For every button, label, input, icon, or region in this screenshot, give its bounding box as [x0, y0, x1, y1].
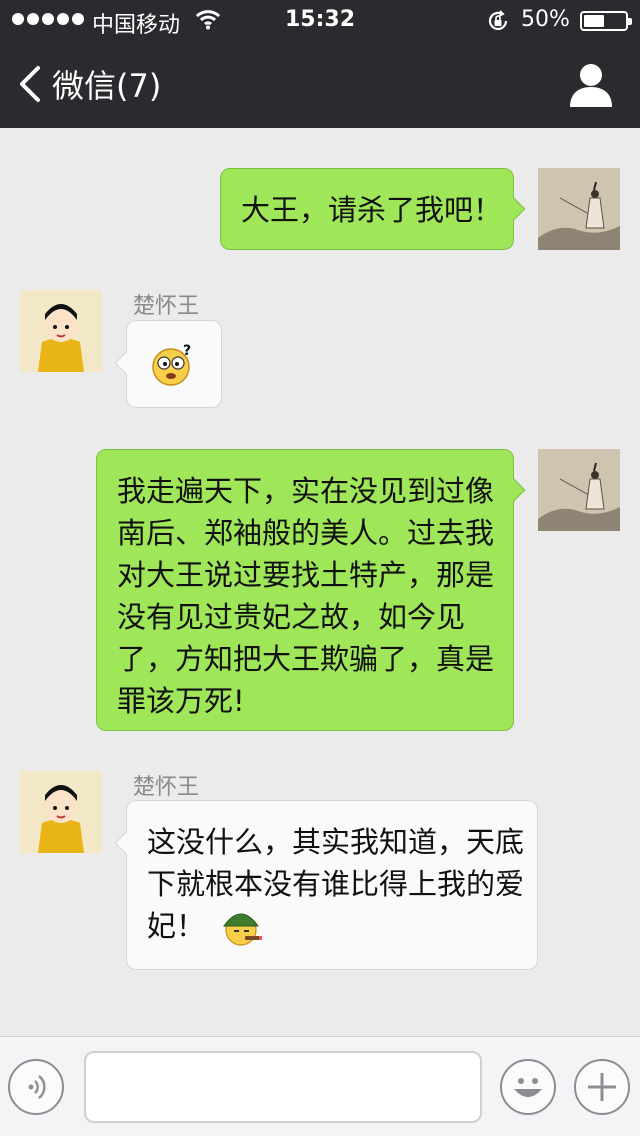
- message-line: 这没什么，其实我知道，天底: [147, 825, 525, 859]
- message-line: 了，方知把大王欺骗了，真是: [117, 642, 495, 676]
- sender-name: 楚怀王: [133, 294, 200, 319]
- voice-button[interactable]: [8, 1059, 64, 1115]
- svg-text:?: ?: [183, 343, 191, 359]
- chat-area[interactable]: 大王，请杀了我吧！ 楚怀王 ? 我走遍天下，实在没见到过像 南后、郑袖般的美人。…: [0, 128, 640, 1036]
- cartoon-king-avatar-icon: [20, 771, 102, 853]
- army-helmet-cigar-emoji-icon: [223, 913, 263, 946]
- contact-profile-icon[interactable]: [566, 60, 616, 108]
- smiley-icon: [514, 1078, 542, 1097]
- message-text: 这没什么，其实我知道，天底 下就根本没有谁比得上我的爱 妃！: [147, 821, 524, 947]
- my-message-bubble[interactable]: 大王，请杀了我吧！: [220, 168, 526, 250]
- my-avatar[interactable]: [538, 449, 620, 531]
- ink-painting-avatar-icon: [538, 168, 620, 250]
- voice-icon: [28, 1075, 46, 1099]
- rotation-lock-icon: [488, 10, 508, 30]
- message-line: 下就根本没有谁比得上我的爱: [147, 867, 525, 901]
- confused-face-emoji-icon: ?: [152, 343, 191, 386]
- message-line: 对大王说过要找土特产，那是: [117, 558, 495, 592]
- message-line: 妃！: [147, 909, 206, 943]
- message-text: 大王，请杀了我吧！: [241, 193, 503, 227]
- input-bar: [0, 1036, 640, 1136]
- message-line: 南后、郑袖般的美人。过去我: [117, 516, 495, 550]
- message-input[interactable]: [84, 1051, 482, 1123]
- back-label: 微信(7): [52, 67, 162, 105]
- battery-fill: [584, 15, 604, 27]
- their-message-bubble[interactable]: ?: [114, 320, 222, 408]
- battery-icon: [580, 11, 632, 31]
- message-line: 我走遍天下，实在没见到过像: [117, 474, 495, 508]
- message-line: 没有见过贵妃之故，如今见: [117, 600, 466, 634]
- emoji-button[interactable]: [500, 1059, 556, 1115]
- plus-icon: [588, 1073, 616, 1101]
- cartoon-king-avatar-icon: [20, 290, 102, 372]
- my-avatar[interactable]: [538, 168, 620, 250]
- my-message-bubble[interactable]: 我走遍天下，实在没见到过像 南后、郑袖般的美人。过去我 对大王说过要找土特产，那…: [96, 449, 526, 731]
- battery-percent: 50%: [521, 7, 570, 32]
- back-button[interactable]: 微信(7): [16, 62, 166, 106]
- more-button[interactable]: [574, 1059, 630, 1115]
- message-line: 罪该万死!: [117, 684, 245, 718]
- chu-king-avatar[interactable]: [20, 771, 102, 853]
- chevron-left-icon: [20, 66, 40, 102]
- their-message-bubble[interactable]: 这没什么，其实我知道，天底 下就根本没有谁比得上我的爱 妃！: [114, 800, 538, 970]
- sender-name: 楚怀王: [133, 775, 200, 800]
- message-line-with-emoji: 妃！: [147, 905, 524, 947]
- message-text: 我走遍天下，实在没见到过像 南后、郑袖般的美人。过去我 对大王说过要找土特产，那…: [117, 470, 494, 722]
- chu-king-avatar[interactable]: [20, 290, 102, 372]
- ink-painting-avatar-icon: [538, 449, 620, 531]
- nav-bar: 微信(7): [0, 40, 640, 128]
- top-bar: 中国移动 15:32 50% 微信(7): [0, 0, 640, 128]
- status-bar: 中国移动 15:32 50%: [0, 0, 640, 40]
